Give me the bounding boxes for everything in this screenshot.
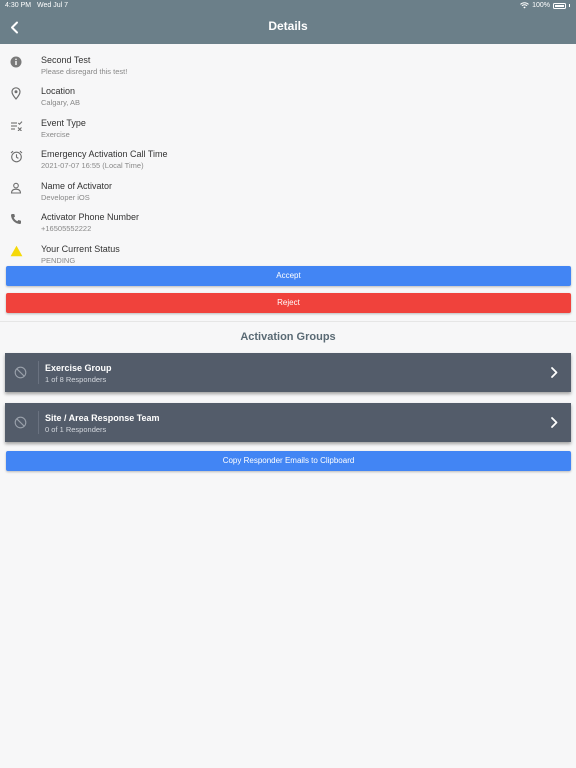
phone-icon — [9, 212, 23, 226]
reject-button[interactable]: Reject — [6, 293, 571, 313]
detail-label: Location — [41, 86, 76, 96]
detail-value: +16505552222 — [41, 224, 92, 233]
detail-row-call-time: Emergency Activation Call Time 2021-07-0… — [0, 142, 576, 172]
divider — [0, 321, 576, 322]
navigation-header: 4:30 PM Wed Jul 7 100% Details — [0, 0, 576, 44]
status-date: Wed Jul 7 — [37, 2, 68, 9]
detail-row-activator: Name of Activator Developer iOS — [0, 174, 576, 204]
detail-row-phone: Activator Phone Number +16505552222 — [0, 205, 576, 235]
detail-label: Second Test — [41, 55, 91, 65]
no-entry-icon — [14, 416, 27, 429]
copy-responder-emails-button[interactable]: Copy Responder Emails to Clipboard — [6, 451, 571, 471]
page-title: Details — [268, 19, 308, 33]
detail-row-title: Second Test Please disregard this test! — [0, 48, 576, 78]
detail-row-current-status: Your Current Status PENDING — [0, 237, 576, 267]
detail-row-event-type: Event Type Exercise — [0, 111, 576, 141]
detail-value: Calgary, AB — [41, 98, 81, 107]
battery-percent: 100% — [532, 2, 550, 9]
no-entry-icon — [14, 366, 27, 379]
person-icon — [9, 181, 23, 195]
wifi-icon — [520, 2, 529, 9]
warning-icon — [9, 244, 23, 258]
info-icon — [9, 55, 23, 69]
activation-group-card[interactable]: Site / Area Response Team 0 of 1 Respond… — [5, 403, 571, 442]
activation-group-card[interactable]: Exercise Group 1 of 8 Responders — [5, 353, 571, 392]
battery-tip — [569, 4, 570, 7]
detail-value: Exercise — [41, 130, 70, 139]
alarm-clock-icon — [9, 149, 23, 163]
detail-label: Event Type — [41, 118, 86, 128]
status-time: 4:30 PM — [5, 2, 32, 9]
detail-value: PENDING — [41, 256, 76, 265]
group-responder-count: 0 of 1 Responders — [45, 425, 107, 434]
group-separator — [38, 411, 39, 434]
chevron-right-icon — [551, 417, 558, 428]
detail-label: Emergency Activation Call Time — [41, 149, 168, 159]
status-indicators: 100% — [520, 2, 570, 9]
group-name: Exercise Group — [45, 363, 112, 373]
group-name: Site / Area Response Team — [45, 413, 160, 423]
battery-icon — [553, 2, 566, 9]
accept-button[interactable]: Accept — [6, 266, 571, 286]
activation-groups-title: Activation Groups — [240, 331, 336, 343]
detail-label: Activator Phone Number — [41, 212, 140, 222]
chevron-right-icon — [551, 367, 558, 378]
group-separator — [38, 361, 39, 384]
detail-value: 2021-07-07 16:55 (Local Time) — [41, 161, 144, 170]
status-bar: 4:30 PM Wed Jul 7 100% — [0, 0, 576, 12]
event-type-icon — [9, 118, 23, 132]
group-responder-count: 1 of 8 Responders — [45, 375, 107, 384]
detail-value: Please disregard this test! — [41, 67, 128, 76]
detail-row-location: Location Calgary, AB — [0, 79, 576, 109]
detail-label: Your Current Status — [41, 244, 120, 254]
location-pin-icon — [9, 86, 23, 100]
detail-label: Name of Activator — [41, 181, 113, 191]
detail-value: Developer iOS — [41, 193, 90, 202]
